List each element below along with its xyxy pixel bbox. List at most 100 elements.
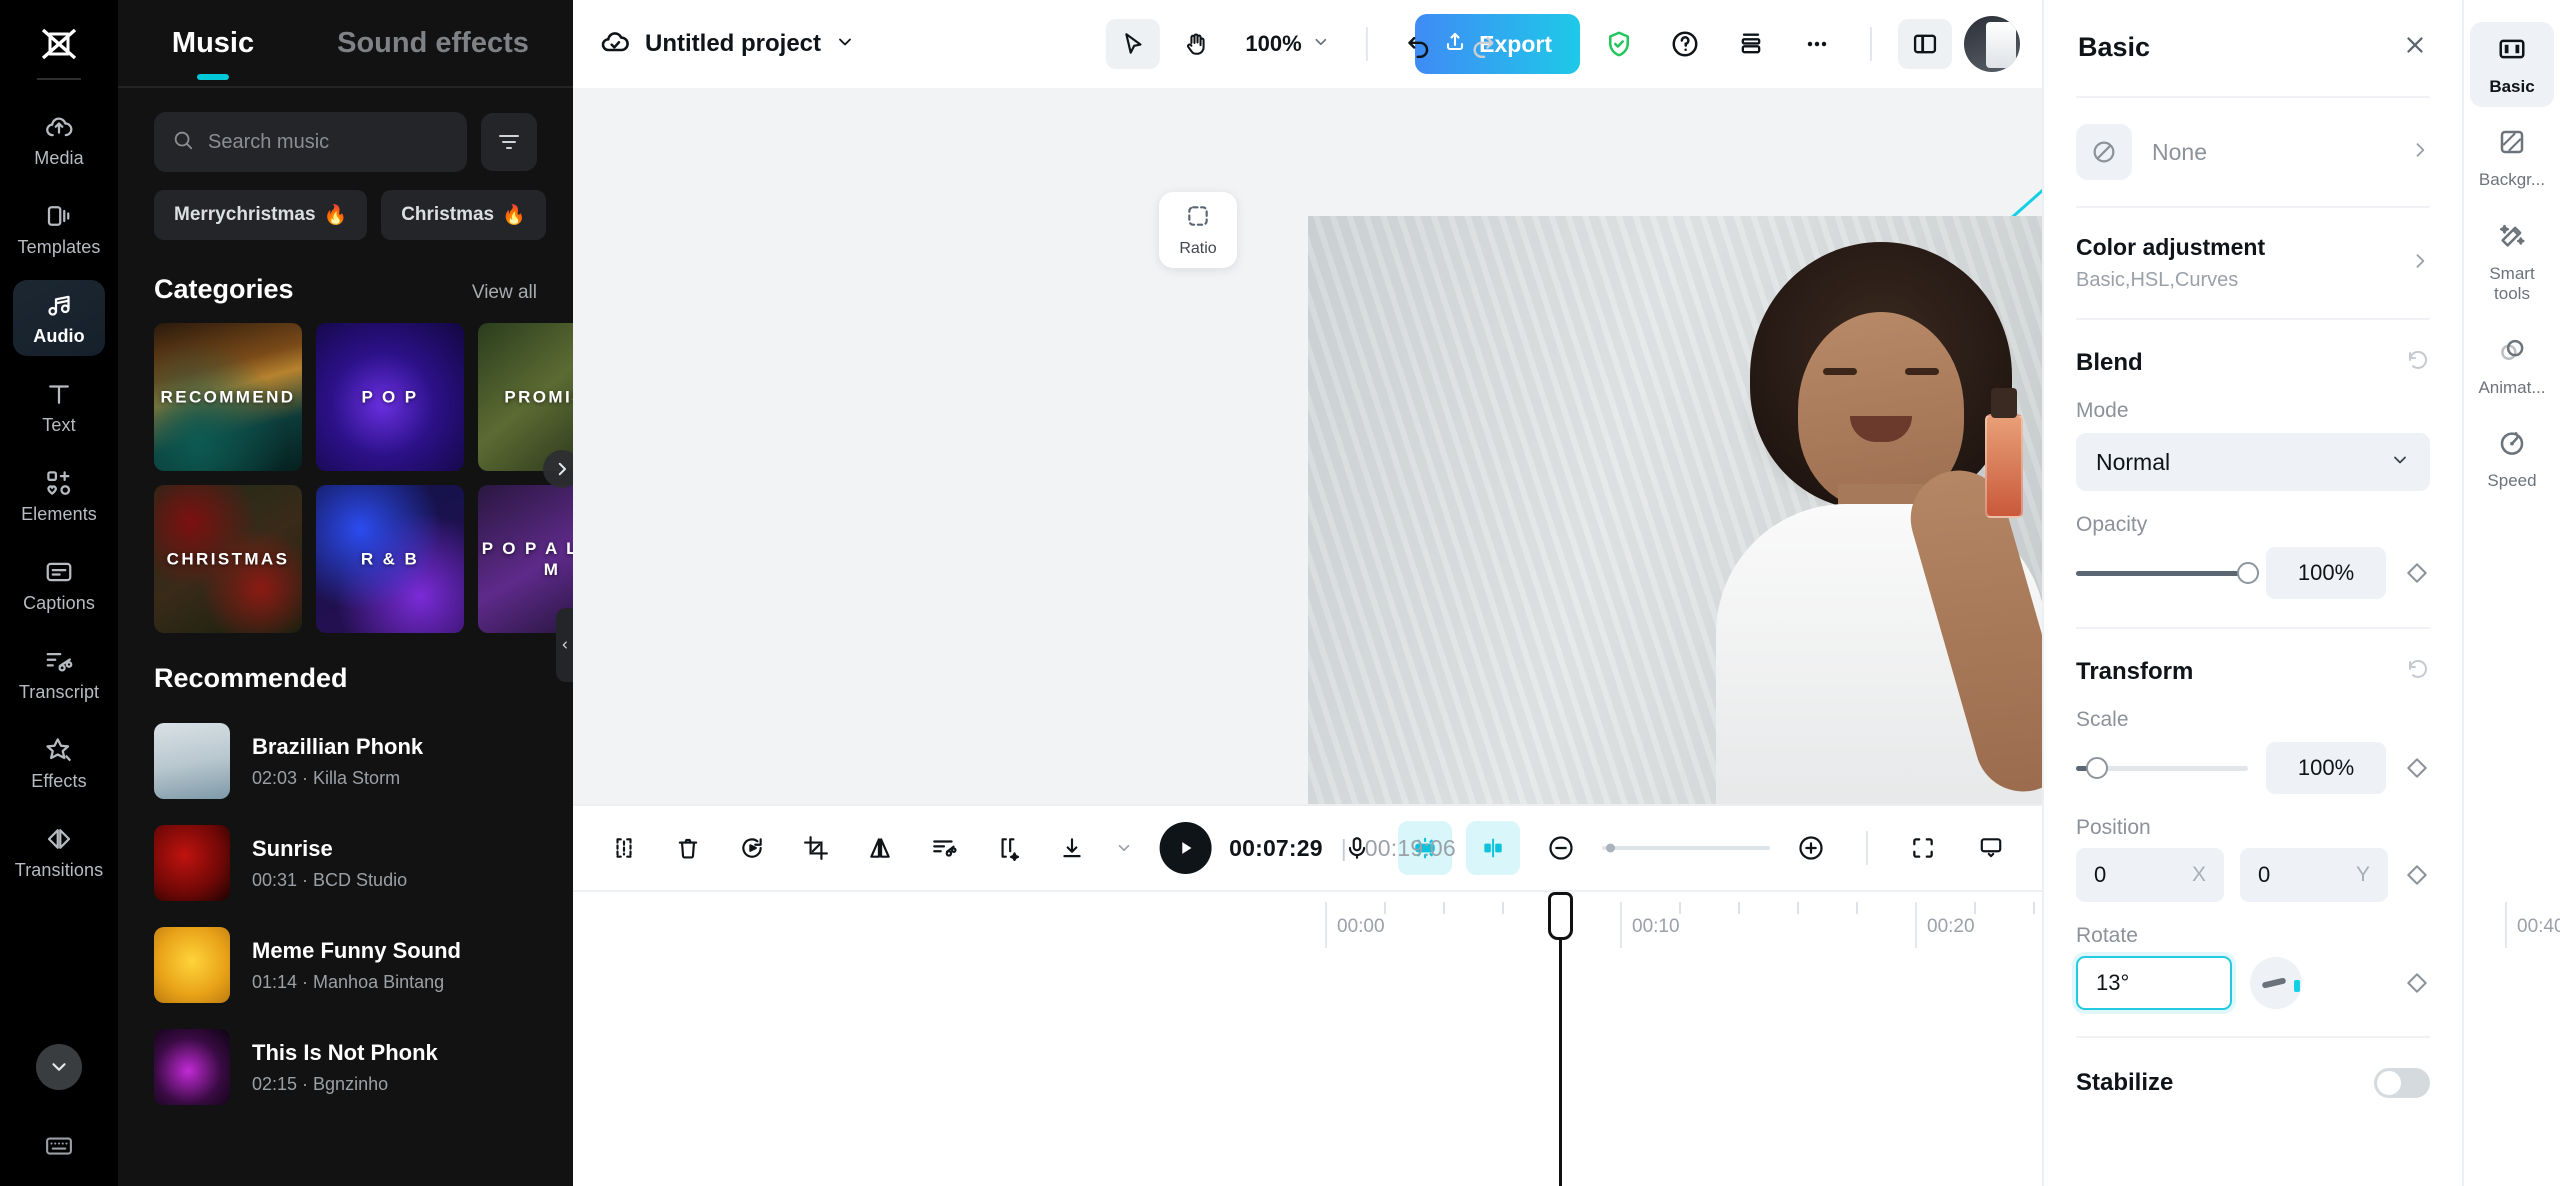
chevron-right-icon[interactable] bbox=[543, 450, 573, 488]
tag-chip[interactable]: Christmas🔥 bbox=[381, 190, 546, 240]
split-layout-icon[interactable] bbox=[1898, 19, 1952, 69]
project-title-group[interactable]: Untitled project bbox=[599, 26, 855, 63]
stabilize-toggle[interactable] bbox=[2374, 1068, 2430, 1098]
shield-check-icon[interactable] bbox=[1592, 19, 1646, 69]
undo-icon[interactable] bbox=[1392, 19, 1446, 69]
close-icon[interactable] bbox=[2402, 32, 2428, 63]
list-item[interactable]: Sunrise00:31 · BCD Studio bbox=[154, 812, 573, 914]
preview-monitor-icon[interactable] bbox=[1964, 821, 2018, 875]
capcut-logo-icon[interactable] bbox=[36, 24, 82, 64]
sidebar-item-transcript[interactable]: Transcript bbox=[13, 636, 105, 712]
category-card[interactable]: R & B bbox=[316, 485, 464, 633]
ruler-label: 00:00 bbox=[1337, 916, 1385, 938]
categories-title: Categories bbox=[154, 274, 294, 305]
panel-collapse-toggle[interactable] bbox=[556, 608, 573, 682]
sidebar-item-text[interactable]: Text bbox=[13, 369, 105, 445]
sidebar-item-audio[interactable]: Audio bbox=[13, 280, 105, 356]
sidebar-item-media[interactable]: Media bbox=[13, 102, 105, 178]
chevron-down-icon bbox=[1312, 31, 1330, 57]
color-adjustment-row[interactable]: Color adjustment Basic,HSL,Curves bbox=[2044, 208, 2462, 318]
sidebar-item-transitions[interactable]: Transitions bbox=[13, 814, 105, 890]
timeline-zoom-slider[interactable] bbox=[1602, 846, 1770, 850]
opacity-slider[interactable] bbox=[2076, 571, 2248, 576]
crop-icon[interactable] bbox=[789, 821, 843, 875]
minus-circle-icon[interactable] bbox=[1534, 821, 1588, 875]
keyframe-diamond-icon[interactable] bbox=[2404, 970, 2430, 996]
timeline[interactable]: 00:0000:1000:2000:3000:40 video clip 00:… bbox=[573, 890, 2042, 1186]
tab-basic[interactable]: Basic bbox=[2470, 22, 2554, 107]
timeline-ruler[interactable]: 00:0000:1000:2000:3000:40 bbox=[573, 892, 2042, 948]
category-card[interactable]: P O P bbox=[316, 323, 464, 471]
ratio-button[interactable]: Ratio bbox=[1159, 192, 1237, 268]
zoom-level-select[interactable]: 100% bbox=[1233, 31, 1341, 57]
stack-icon[interactable] bbox=[1724, 19, 1778, 69]
tab-speed[interactable]: Speed bbox=[2470, 416, 2554, 501]
sidebar-item-templates[interactable]: Templates bbox=[13, 191, 105, 267]
rotate-input[interactable]: 13° bbox=[2076, 956, 2232, 1010]
fit-frame-icon[interactable] bbox=[1896, 821, 1950, 875]
tab-smart-tools[interactable]: Smart tools bbox=[2470, 209, 2554, 315]
list-item[interactable]: Meme Funny Sound01:14 · Manhoa Bintang bbox=[154, 914, 573, 1016]
sidebar-item-captions[interactable]: Captions bbox=[13, 547, 105, 623]
ruler-tick-minor bbox=[1856, 902, 1858, 914]
position-y-field[interactable]: 0 Y bbox=[2240, 848, 2388, 902]
mirror-flip-icon[interactable] bbox=[853, 821, 907, 875]
play-icon[interactable] bbox=[1159, 822, 1211, 874]
chevron-down-icon[interactable] bbox=[36, 1044, 82, 1090]
magic-wand-icon bbox=[2497, 221, 2527, 256]
filter-icon[interactable] bbox=[481, 113, 537, 171]
category-card[interactable]: PROMISE bbox=[478, 323, 573, 471]
delete-trash-icon[interactable] bbox=[661, 821, 715, 875]
reset-icon[interactable] bbox=[2406, 348, 2430, 377]
position-x-field[interactable]: 0 X bbox=[2076, 848, 2224, 902]
video-stage[interactable] bbox=[1308, 216, 2042, 804]
freeze-frame-icon[interactable] bbox=[981, 821, 1035, 875]
reset-icon[interactable] bbox=[2406, 657, 2430, 686]
search-input-wrapper[interactable] bbox=[154, 112, 467, 172]
cursor-arrow-icon[interactable] bbox=[1105, 19, 1159, 69]
split-icon[interactable] bbox=[597, 821, 651, 875]
list-item[interactable]: This Is Not Phonk02:15 · Bgnzinho bbox=[154, 1016, 573, 1118]
playhead[interactable] bbox=[1559, 900, 1562, 1186]
keyboard-icon[interactable] bbox=[44, 1131, 74, 1166]
tab-label: Animat... bbox=[2478, 378, 2545, 398]
keyframe-diamond-icon[interactable] bbox=[2404, 755, 2430, 781]
sidebar-item-label: Media bbox=[34, 148, 84, 169]
category-card[interactable]: RECOMMEND bbox=[154, 323, 302, 471]
rotate-row: 13° bbox=[2044, 952, 2462, 1010]
redo-icon[interactable] bbox=[1456, 19, 1510, 69]
chevron-down-icon[interactable] bbox=[1109, 821, 1139, 875]
playhead-handle[interactable] bbox=[1548, 892, 1573, 940]
avatar[interactable] bbox=[1964, 16, 2020, 72]
opacity-label: Opacity bbox=[2044, 491, 2462, 541]
chevron-down-icon[interactable] bbox=[835, 32, 855, 57]
download-icon[interactable] bbox=[1045, 821, 1099, 875]
sidebar-item-elements[interactable]: Elements bbox=[13, 458, 105, 534]
category-card[interactable]: CHRISTMAS bbox=[154, 485, 302, 633]
opacity-value[interactable]: 100% bbox=[2266, 547, 2386, 599]
list-item[interactable]: Brazillian Phonk02:03 · Killa Storm bbox=[154, 710, 573, 812]
tab-animat[interactable]: Animat... bbox=[2470, 323, 2554, 408]
reverse-icon[interactable] bbox=[725, 821, 779, 875]
question-circle-icon[interactable] bbox=[1658, 19, 1712, 69]
tab-sound-effects[interactable]: Sound effects bbox=[308, 0, 558, 86]
blend-mode-select[interactable]: Normal bbox=[2076, 433, 2430, 491]
tab-backgr[interactable]: Backgr... bbox=[2470, 115, 2554, 200]
hand-icon[interactable] bbox=[1169, 19, 1223, 69]
plus-circle-icon[interactable] bbox=[1784, 821, 1838, 875]
keyframe-diamond-icon[interactable] bbox=[2404, 862, 2430, 888]
preset-row[interactable]: None bbox=[2044, 98, 2462, 206]
ruler-tick-minor bbox=[2033, 902, 2035, 914]
ellipsis-icon[interactable] bbox=[1790, 19, 1844, 69]
sidebar-item-effects[interactable]: Effects bbox=[13, 725, 105, 801]
categories-view-all[interactable]: View all bbox=[472, 282, 537, 304]
auto-cut-icon[interactable] bbox=[917, 821, 971, 875]
scale-slider[interactable] bbox=[2076, 766, 2248, 771]
split-clip-icon[interactable] bbox=[1466, 821, 1520, 875]
scale-value[interactable]: 100% bbox=[2266, 742, 2386, 794]
keyframe-diamond-icon[interactable] bbox=[2404, 560, 2430, 586]
rotate-dial[interactable] bbox=[2250, 957, 2302, 1009]
tag-chip[interactable]: Merrychristmas🔥 bbox=[154, 190, 367, 240]
tab-music[interactable]: Music bbox=[118, 0, 308, 86]
search-input[interactable] bbox=[208, 131, 449, 154]
